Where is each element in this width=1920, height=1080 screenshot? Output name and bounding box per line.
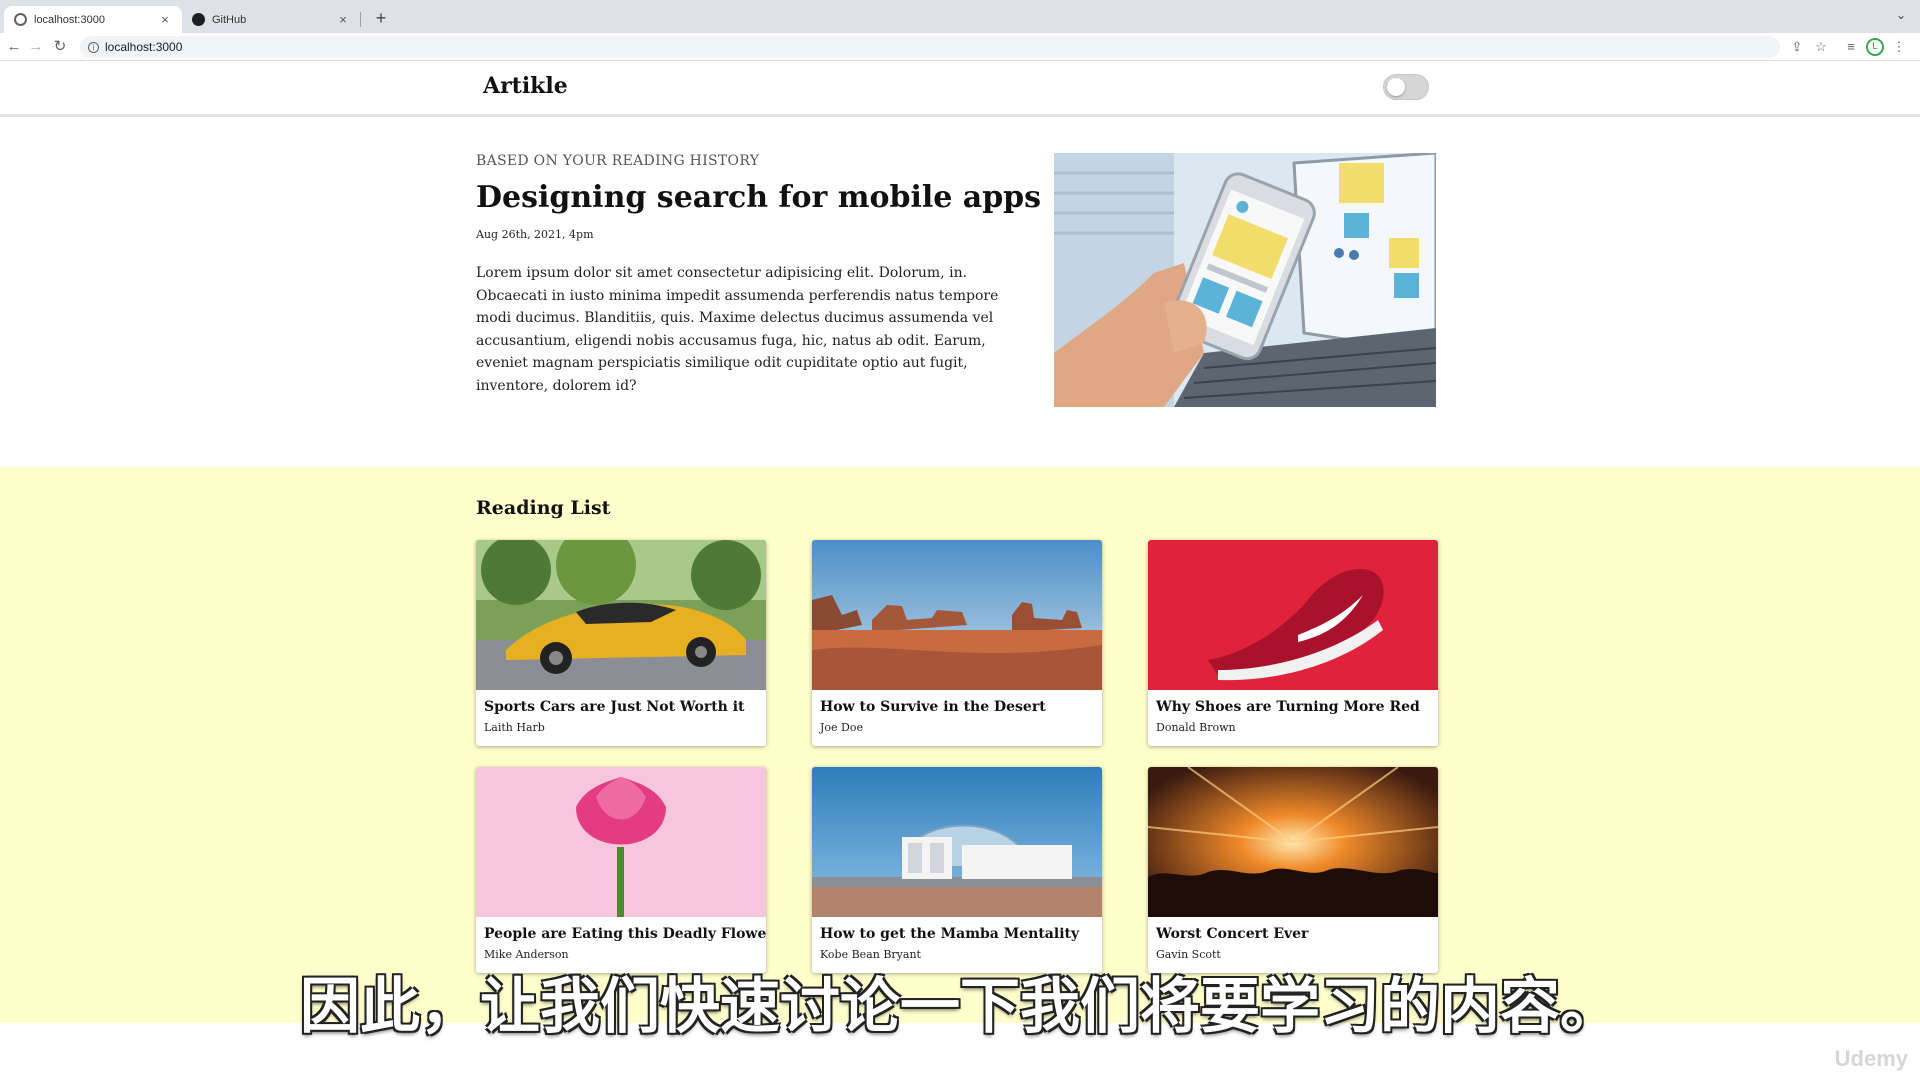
chevron-down-icon[interactable]: ⌄ xyxy=(1896,8,1906,22)
article-title: Why Shoes are Turning More Red xyxy=(1156,699,1420,715)
article-author: Donald Brown xyxy=(1156,721,1236,734)
share-icon[interactable]: ⇪ xyxy=(1788,38,1806,56)
featured-date: Aug 26th, 2021, 4pm xyxy=(476,228,594,241)
browser-tab-github[interactable]: GitHub × xyxy=(182,6,360,33)
sports-car-image xyxy=(476,540,766,690)
article-title: Worst Concert Ever xyxy=(1156,926,1309,942)
article-title: Sports Cars are Just Not Worth it xyxy=(484,699,745,715)
featured-body: Lorem ipsum dolor sit amet consectetur a… xyxy=(476,265,999,394)
featured-image[interactable] xyxy=(1054,153,1436,407)
desert-image xyxy=(812,540,1102,690)
theme-toggle[interactable] xyxy=(1383,74,1429,100)
phone-laptop-illustration xyxy=(1054,153,1436,407)
github-icon xyxy=(192,13,205,26)
article-card[interactable]: People are Eating this Deadly Flower Mik… xyxy=(476,767,766,973)
article-card[interactable]: How to get the Mamba Mentality Kobe Bean… xyxy=(812,767,1102,973)
app-navbar: Artikle xyxy=(0,61,1920,117)
browser-toolbar: ← → ↻ i localhost:3000 ⇪ ☆ ≡ L ⋮ xyxy=(0,33,1920,61)
tab-divider xyxy=(360,12,361,27)
reload-icon[interactable]: ↻ xyxy=(50,37,70,57)
close-tab-icon[interactable]: × xyxy=(336,12,350,27)
video-subtitle: 因此，让我们快速讨论一下我们将要学习的内容。 xyxy=(300,972,1620,1042)
reading-list-section: Reading List Sports Cars are Just Not Wo… xyxy=(0,467,1920,1023)
toggle-knob xyxy=(1387,78,1405,96)
forward-arrow-icon[interactable]: → xyxy=(26,37,46,57)
article-title: How to Survive in the Desert xyxy=(820,699,1046,715)
reading-list-title: Reading List xyxy=(476,497,611,519)
site-logo[interactable]: Artikle xyxy=(483,73,568,99)
article-title: People are Eating this Deadly Flower xyxy=(484,926,766,942)
article-card[interactable]: Sports Cars are Just Not Worth it Laith … xyxy=(476,540,766,746)
globe-icon xyxy=(14,13,27,26)
tulip-image xyxy=(476,767,766,917)
bookmark-star-icon[interactable]: ☆ xyxy=(1812,38,1830,56)
info-icon[interactable]: i xyxy=(88,41,99,53)
url-text: localhost:3000 xyxy=(105,40,183,54)
udemy-watermark: Udemy xyxy=(1834,1046,1908,1071)
new-tab-button[interactable]: + xyxy=(370,6,392,30)
tab-label: GitHub xyxy=(212,13,247,26)
article-author: Laith Harb xyxy=(484,721,545,734)
browser-tab-localhost[interactable]: localhost:3000 × xyxy=(4,6,182,33)
concert-crowd-image xyxy=(1148,767,1438,917)
article-title: How to get the Mamba Mentality xyxy=(820,926,1080,942)
back-arrow-icon[interactable]: ← xyxy=(4,37,24,57)
address-bar[interactable]: i localhost:3000 xyxy=(80,36,1780,58)
reading-list-icon[interactable]: ≡ xyxy=(1842,38,1860,56)
article-card[interactable]: How to Survive in the Desert Joe Doe xyxy=(812,540,1102,746)
article-card[interactable]: Why Shoes are Turning More Red Donald Br… xyxy=(1148,540,1438,746)
featured-article: BASED ON YOUR READING HISTORY Designing … xyxy=(476,150,1436,410)
profile-avatar-icon[interactable]: L xyxy=(1866,38,1884,56)
kebab-menu-icon[interactable]: ⋮ xyxy=(1890,38,1908,56)
featured-title[interactable]: Designing search for mobile apps xyxy=(476,180,1041,215)
browser-tab-bar: localhost:3000 × GitHub × + ⌄ xyxy=(0,0,1920,33)
tab-label: localhost:3000 xyxy=(34,13,105,26)
be-kobe-sign-image xyxy=(812,767,1102,917)
close-tab-icon[interactable]: × xyxy=(158,12,172,27)
article-card[interactable]: Worst Concert Ever Gavin Scott xyxy=(1148,767,1438,973)
red-shoe-image xyxy=(1148,540,1438,690)
featured-eyebrow: BASED ON YOUR READING HISTORY xyxy=(476,153,760,169)
article-author: Joe Doe xyxy=(820,721,863,734)
